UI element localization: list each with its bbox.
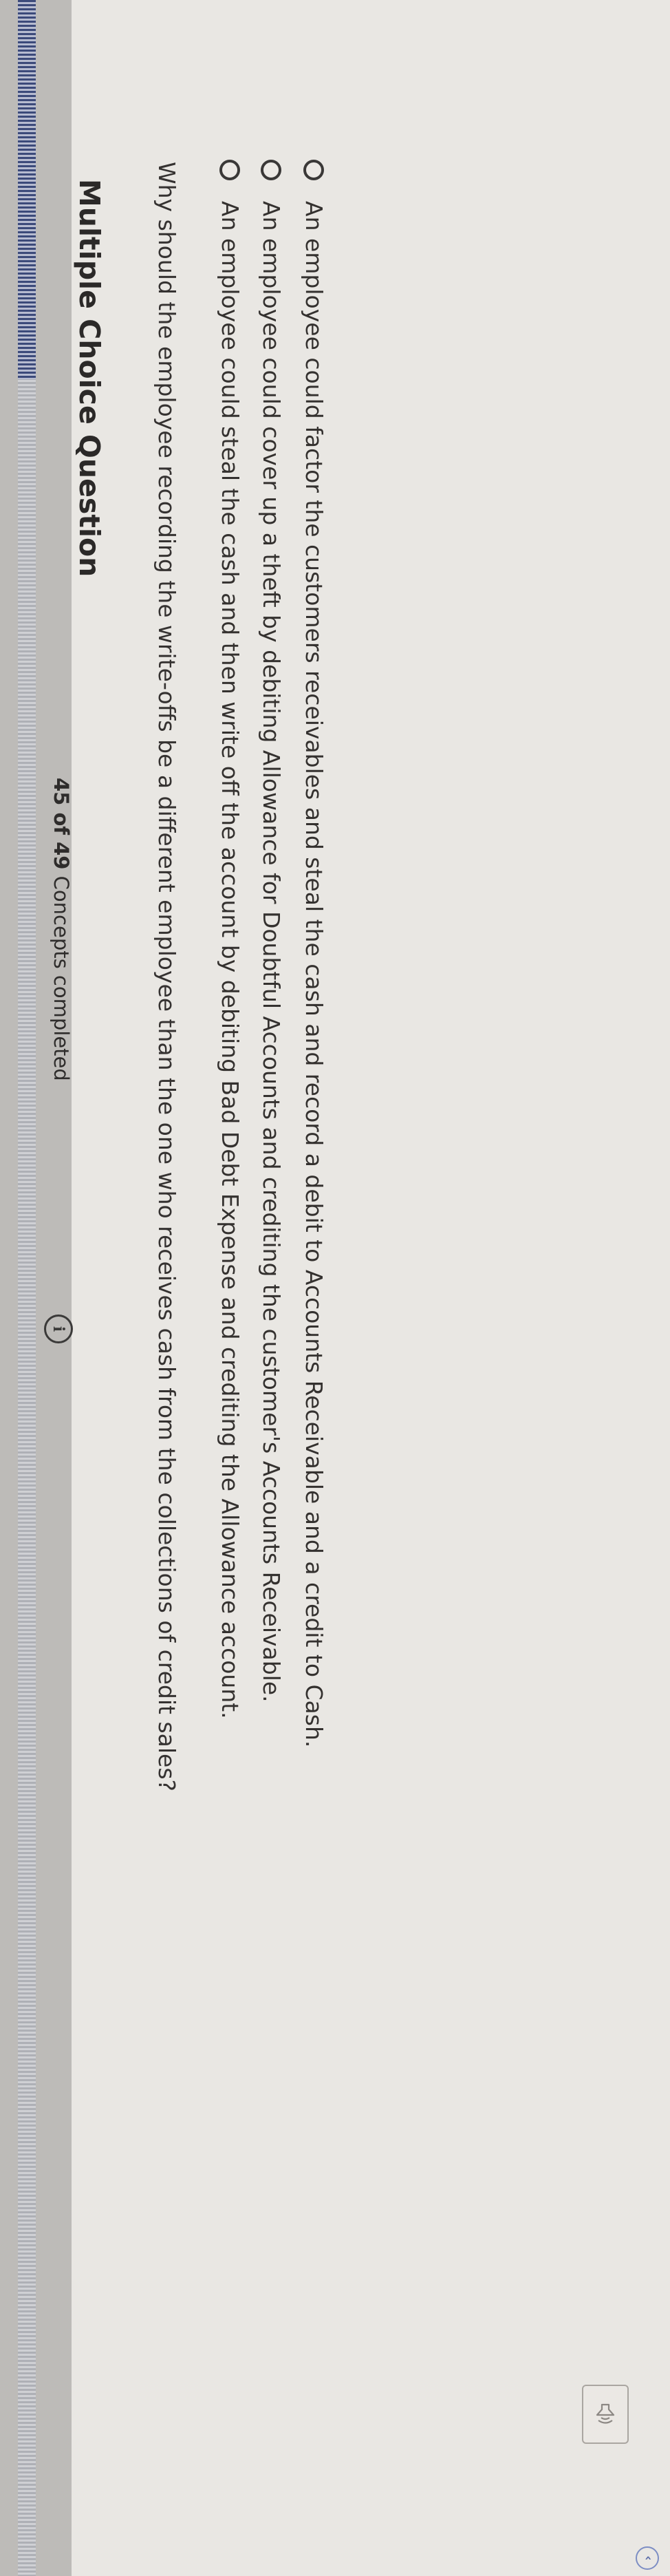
- answer-option-label: An employee could steal the cash and the…: [217, 201, 244, 1719]
- progress-text: Concepts completed: [50, 869, 73, 1081]
- answer-option-3[interactable]: An employee could factor the customers r…: [301, 160, 327, 1747]
- answer-option-2[interactable]: An employee could cover up a theft by de…: [258, 160, 285, 1703]
- progress-bar-track: [18, 0, 36, 2576]
- read-aloud-button[interactable]: [582, 2385, 629, 2444]
- answer-option-label: An employee could factor the customers r…: [301, 201, 327, 1748]
- assignment-page: 45 of 49 Concepts completed i Multiple C…: [0, 0, 670, 2576]
- progress-label: 45 of 49 Concepts completed: [50, 778, 73, 1081]
- radio-button[interactable]: [261, 160, 282, 180]
- answer-option-1[interactable]: An employee could steal the cash and the…: [217, 160, 244, 1719]
- progress-count: 45 of 49: [50, 778, 73, 870]
- progress-bar-fill: [18, 0, 36, 379]
- answer-option-label: An employee could cover up a theft by de…: [258, 201, 285, 1703]
- info-icon[interactable]: i: [44, 1314, 73, 1343]
- header-strip: [0, 0, 72, 2576]
- question-text: Why should the employee recording the wr…: [153, 162, 180, 1792]
- chevron-left-icon[interactable]: ‹: [636, 2546, 659, 2570]
- radio-button[interactable]: [219, 160, 241, 180]
- radio-button[interactable]: [303, 160, 325, 180]
- question-type-heading: Multiple Choice Question: [73, 179, 106, 577]
- speaker-icon: [596, 2403, 615, 2424]
